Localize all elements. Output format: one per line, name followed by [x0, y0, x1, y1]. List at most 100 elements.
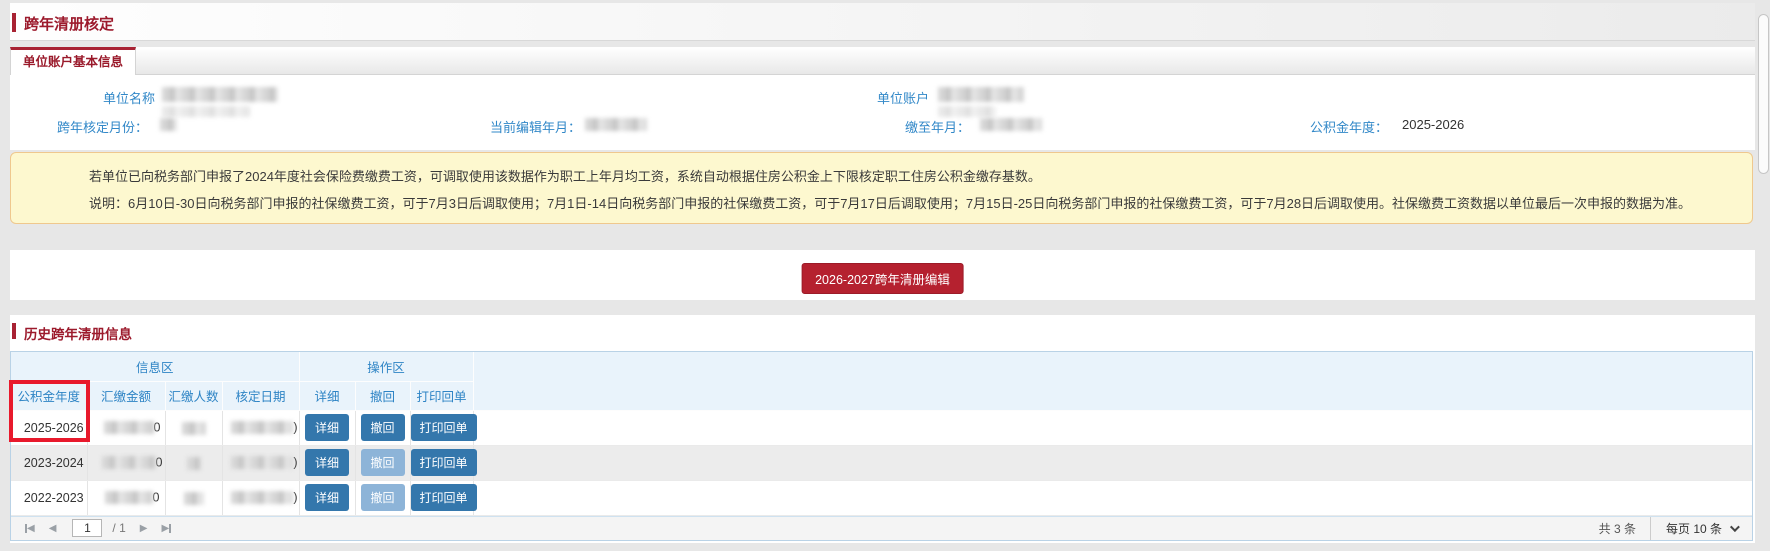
redacted-date	[231, 456, 293, 469]
crossyear-roster-edit-button[interactable]: 2026-2027跨年清册编辑	[801, 263, 964, 294]
history-table-wrap: 信息区 操作区 公积金年度 汇缴金额 汇缴人数 核定日期 详细 撤回 打印回单 …	[10, 351, 1753, 541]
total-pages-label: / 1	[112, 521, 125, 535]
history-accent-bar	[12, 323, 16, 339]
col-header-verify-date: 核定日期	[222, 381, 299, 410]
print-receipt-button[interactable]: 打印回单	[411, 484, 477, 511]
redacted-date	[231, 421, 293, 434]
value-paid-until-month	[980, 116, 1042, 131]
cell-remit-people	[165, 410, 222, 445]
cell-remit-amount: 0	[87, 410, 165, 445]
app-window: 跨年清册核定 单位账户基本信息 单位名称 单位账户 跨年核定月份： 当前编辑年月…	[0, 0, 1770, 551]
next-page-icon[interactable]: ▶	[140, 523, 148, 534]
cell-detail: 详细	[299, 445, 355, 480]
value-fund-year: 2025-2026	[1402, 117, 1464, 132]
detail-button[interactable]: 详细	[305, 449, 349, 476]
first-page-icon[interactable]: ◀	[25, 523, 35, 534]
cell-verify-date: )	[222, 410, 299, 445]
cell-revoke: 撤回	[355, 410, 410, 445]
page-number-input[interactable]	[72, 519, 102, 537]
scrollbar-thumb[interactable]	[1758, 14, 1769, 174]
redacted-crossyear-month	[160, 118, 177, 131]
detail-button[interactable]: 详细	[305, 414, 349, 441]
revoke-button[interactable]: 撤回	[361, 414, 405, 441]
cell-remit-people	[165, 445, 222, 480]
cell-verify-date: )	[222, 480, 299, 515]
tab-account-basic-info[interactable]: 单位账户基本信息	[10, 47, 136, 75]
cell-print: 打印回单	[410, 445, 473, 480]
table-row: 2022-2023 0 ) 详细 撤回 打印回单	[11, 480, 1752, 515]
notice-box: 若单位已向税务部门申报了2024年度社会保险费缴费工资，可调取使用该数据作为职工…	[10, 152, 1753, 224]
cell-fund-year: 2025-2026	[11, 410, 87, 445]
print-receipt-button[interactable]: 打印回单	[411, 449, 477, 476]
notice-line2: 说明：6月10日-30日向税务部门申报的社保缴费工资，可于7月3日后调取使用；7…	[89, 193, 1722, 212]
col-header-remit-people: 汇缴人数	[165, 381, 222, 410]
cell-print: 打印回单	[410, 480, 473, 515]
label-current-edit-month: 当前编辑年月：	[490, 117, 581, 136]
pagination-bar: ◀ ◀ / 1 ▶ ▶ 共 3 条 每页 10 条	[11, 516, 1752, 540]
cell-revoke: 撤回	[355, 480, 410, 515]
redacted-people	[184, 492, 204, 505]
page-title: 跨年清册核定	[24, 13, 114, 34]
cell-remit-people	[165, 480, 222, 515]
value-crossyear-month	[160, 116, 177, 131]
print-receipt-button[interactable]: 打印回单	[411, 414, 477, 441]
per-page-label: 每页 10 条	[1666, 520, 1722, 537]
col-header-detail: 详细	[299, 381, 355, 410]
prev-page-icon[interactable]: ◀	[49, 523, 57, 534]
cell-detail: 详细	[299, 480, 355, 515]
group-header-ops: 操作区	[299, 352, 473, 381]
cell-fund-year: 2022-2023	[11, 480, 87, 515]
cell-remit-amount: 0	[87, 480, 165, 515]
table-row: 2025-2026 0 ) 详细 撤回 打印回单	[11, 410, 1752, 445]
cell-filler	[473, 480, 1752, 515]
chevron-down-icon	[1730, 522, 1740, 532]
value-unit-account	[938, 86, 1048, 117]
scrollbar-track[interactable]	[1757, 0, 1770, 551]
cell-remit-amount: 0	[87, 445, 165, 480]
edit-button-strip: 2026-2027跨年清册编辑	[10, 250, 1755, 300]
label-crossyear-month: 跨年核定月份：	[57, 117, 148, 136]
redacted-unit-name	[162, 87, 278, 102]
redacted-people	[187, 457, 201, 470]
account-info-panel: 单位账户基本信息 单位名称 单位账户 跨年核定月份： 当前编辑年月： 缴至年月：…	[10, 47, 1755, 150]
label-fund-year: 公积金年度：	[1310, 117, 1388, 136]
value-current-edit-month	[585, 116, 647, 131]
revoke-button-disabled: 撤回	[361, 449, 405, 476]
cell-filler	[473, 410, 1752, 445]
redacted-people	[182, 422, 206, 435]
tab-strip: 单位账户基本信息	[10, 47, 1755, 75]
label-unit-account: 单位账户	[877, 88, 929, 107]
label-paid-until-month: 缴至年月：	[905, 117, 970, 136]
redacted-unit-account	[938, 87, 1024, 102]
history-table: 信息区 操作区 公积金年度 汇缴金额 汇缴人数 核定日期 详细 撤回 打印回单 …	[11, 352, 1752, 516]
title-accent-bar	[12, 13, 16, 32]
redacted-amount	[102, 456, 156, 469]
cell-fund-year: 2023-2024	[11, 445, 87, 480]
page-title-bar: 跨年清册核定	[10, 3, 1755, 41]
revoke-button-disabled: 撤回	[361, 484, 405, 511]
redacted-amount	[105, 491, 153, 504]
per-page-select[interactable]: 每页 10 条	[1650, 517, 1752, 540]
redacted-amount	[104, 421, 154, 434]
history-section-title: 历史跨年清册信息	[24, 323, 132, 343]
history-panel: 历史跨年清册信息 信息区 操作区 公积金年度 汇缴金额 汇缴人数 核定日期 详	[10, 315, 1755, 543]
col-header-revoke: 撤回	[355, 381, 410, 410]
redacted-paid-until-month	[980, 118, 1042, 131]
table-group-header-row: 信息区 操作区	[11, 352, 1752, 381]
header-filler	[473, 352, 1752, 410]
total-count-label: 共 3 条	[1599, 520, 1636, 537]
col-header-print: 打印回单	[410, 381, 473, 410]
value-unit-name	[162, 86, 292, 117]
last-page-icon[interactable]: ▶	[161, 523, 171, 534]
cell-detail: 详细	[299, 410, 355, 445]
group-header-info: 信息区	[11, 352, 299, 381]
table-row: 2023-2024 0 ) 详细 撤回 打印回单	[11, 445, 1752, 480]
redacted-date	[231, 491, 293, 504]
cell-revoke: 撤回	[355, 445, 410, 480]
col-header-fund-year: 公积金年度	[11, 381, 87, 410]
label-unit-name: 单位名称	[103, 88, 155, 107]
redacted-current-edit-month	[585, 118, 647, 131]
notice-line1: 若单位已向税务部门申报了2024年度社会保险费缴费工资，可调取使用该数据作为职工…	[89, 166, 1722, 185]
cell-print: 打印回单	[410, 410, 473, 445]
detail-button[interactable]: 详细	[305, 484, 349, 511]
